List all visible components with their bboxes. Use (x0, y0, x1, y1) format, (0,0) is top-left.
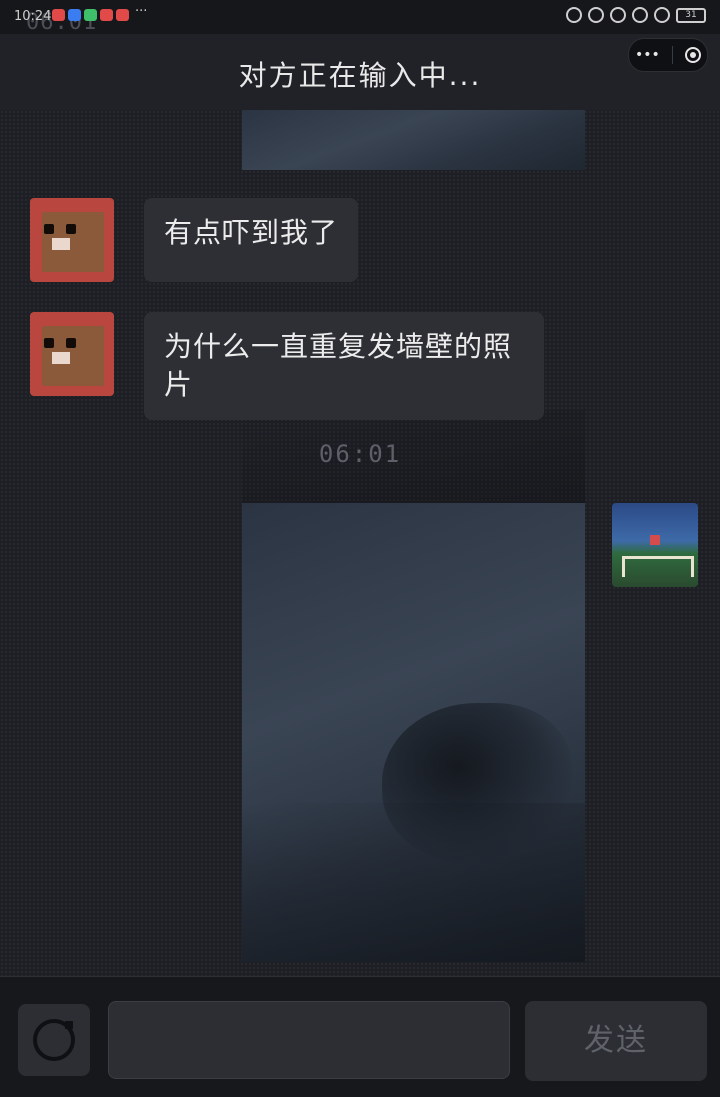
mini-program-capsule: ••• (628, 38, 708, 72)
notification-icon (84, 9, 97, 21)
wifi-icon (654, 7, 670, 23)
avatar-snout (52, 352, 70, 364)
status-right: 31 (566, 7, 706, 23)
signal-icon (632, 7, 648, 23)
send-button[interactable]: 发送 (525, 1001, 707, 1081)
page-title: 对方正在输入中... (238, 59, 482, 92)
sent-photo-previous[interactable] (242, 110, 585, 569)
avatar-eye (66, 338, 76, 348)
avatar-snout (52, 238, 70, 250)
avatar-eye (44, 338, 54, 348)
message-row: 为什么一直重复发墙壁的照片 (30, 312, 544, 420)
avatar-railing (622, 556, 694, 577)
status-time: 10:24 (14, 9, 52, 24)
message-row: 有点吓到我了 (30, 198, 359, 282)
notification-icon (100, 9, 113, 21)
status-bar: 06:01 10:24 ··· 31 (0, 0, 720, 35)
status-more: ··· (135, 4, 148, 19)
message-timestamp: 06:01 (318, 440, 402, 468)
close-circle-icon[interactable] (684, 47, 701, 63)
mute-icon (610, 7, 626, 23)
capsule-divider (671, 46, 673, 64)
message-bubble[interactable]: 为什么一直重复发墙壁的照片 (144, 312, 544, 420)
my-avatar[interactable] (612, 503, 698, 587)
notification-icons (52, 9, 129, 21)
notification-icon (116, 9, 129, 21)
message-input[interactable] (108, 1001, 510, 1079)
avatar-eye (44, 224, 54, 234)
avatar[interactable] (30, 198, 114, 282)
chat-area[interactable]: 有点吓到我了 为什么一直重复发墙壁的照片 06:01 (0, 110, 720, 976)
camera-button[interactable] (18, 1004, 90, 1076)
message-bubble[interactable]: 有点吓到我了 (144, 198, 359, 282)
avatar-eye (66, 224, 76, 234)
avatar-figure (650, 535, 660, 545)
more-icon[interactable]: ••• (635, 47, 660, 63)
alarm-icon (588, 7, 604, 23)
input-bar: 发送 (0, 976, 720, 1097)
battery-icon: 31 (676, 7, 706, 23)
title-bar: 对方正在输入中... (0, 34, 720, 110)
avatar[interactable] (30, 312, 114, 396)
camera-icon (33, 1019, 75, 1061)
notification-icon (68, 9, 81, 21)
sent-photo[interactable] (242, 503, 585, 962)
eye-icon (566, 7, 582, 23)
notification-icon (52, 9, 65, 21)
photo-shadow (242, 803, 585, 962)
